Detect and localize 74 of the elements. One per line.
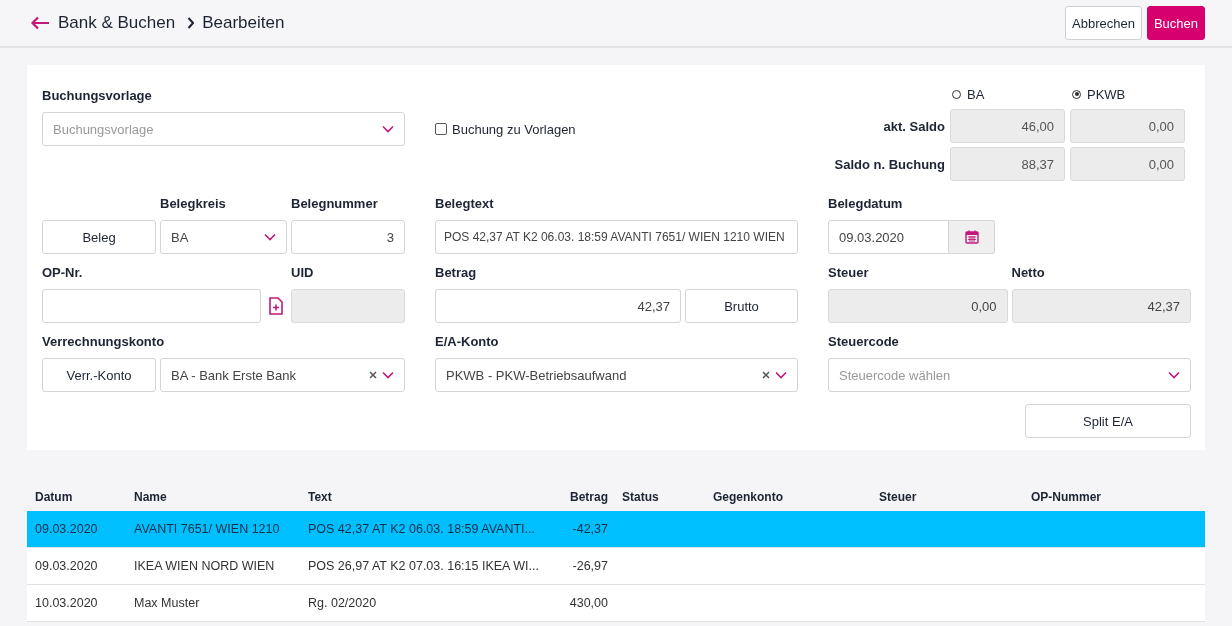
clear-icon[interactable] — [762, 371, 770, 379]
split-button[interactable]: Split E/A — [1025, 404, 1191, 438]
add-document-icon[interactable] — [269, 297, 284, 315]
table-cell: IKEA WIEN NORD WIEN — [134, 559, 275, 573]
field-label: OP-Nr. — [42, 264, 84, 282]
document-button[interactable]: Beleg — [42, 220, 156, 254]
field-label: Verrechnungskonto — [42, 333, 166, 351]
document-series-select[interactable]: BA — [160, 220, 287, 254]
op-number-field[interactable] — [42, 289, 262, 323]
column-header[interactable]: Gegenkonto — [705, 483, 871, 511]
cancel-button[interactable]: Abbrechen — [1065, 6, 1142, 40]
balance-field: 0,00 — [1070, 109, 1185, 143]
amount-field[interactable]: 42,37 — [435, 289, 681, 323]
field-label: Betrag — [435, 264, 478, 282]
column-header[interactable]: Status — [614, 483, 705, 511]
column-header[interactable]: Datum — [27, 483, 126, 511]
column-header[interactable]: Name — [126, 483, 300, 511]
document-text-field[interactable]: POS 42,37 AT K2 06.03. 18:59 AVANTI 7651/ WIEN 1210 WIEN — [435, 220, 798, 254]
table-cell: Max Muster — [134, 596, 200, 610]
table-cell: AVANTI 7651/ WIEN 1210 — [134, 522, 280, 536]
table-cell: 09.03.2020 — [35, 559, 98, 573]
field-label: Buchungsvorlage — [42, 87, 153, 105]
table-cell: 430,00 — [569, 596, 608, 610]
table-row[interactable]: 09.03.2020 IKEA WIEN NORD WIEN POS 26,97 AT K2 07.03. 16:15 IKEA WI... -26,97 — [27, 547, 1205, 585]
account-radio[interactable]: BA — [950, 83, 1065, 105]
field-label: Steuer — [828, 264, 870, 282]
breadcrumb-chevron-icon — [187, 17, 195, 29]
income-expense-account-select[interactable]: PKWB - PKW-Betriebsaufwand — [435, 358, 798, 392]
table-cell: -42,37 — [572, 522, 608, 536]
field-label: Belegdatum — [828, 195, 904, 213]
field-label: Netto — [1011, 264, 1046, 282]
field-label: Belegtext — [435, 195, 495, 213]
calendar-button[interactable] — [949, 220, 995, 254]
table-cell: POS 42,37 AT K2 06.03. 18:59 AVANTI... — [308, 522, 535, 536]
column-header[interactable]: Steuer — [871, 483, 1023, 511]
chevron-down-icon — [382, 371, 394, 379]
balance-label: akt. Saldo — [882, 118, 945, 134]
column-header[interactable]: Text — [300, 483, 532, 511]
breadcrumb-item: Bearbeiten — [202, 13, 285, 33]
chevron-down-icon — [1168, 371, 1180, 379]
table-cell: POS 26,97 AT K2 07.03. 16:15 IKEA WI... — [308, 559, 539, 573]
back-arrow-icon[interactable] — [30, 16, 50, 30]
field-label: UID — [291, 264, 315, 282]
chevron-down-icon — [382, 125, 394, 133]
chevron-down-icon — [264, 233, 276, 241]
table-cell: Rg. 02/2020 — [308, 596, 377, 610]
book-button[interactable]: Buchen — [1146, 6, 1205, 40]
clear-icon[interactable] — [369, 371, 377, 379]
balance-field: 0,00 — [1070, 147, 1185, 181]
clearing-account-button[interactable]: Verr.-Konto — [42, 358, 156, 392]
breadcrumb-item[interactable]: Bank & Buchen — [58, 13, 176, 33]
balance-label: Saldo n. Buchung — [834, 156, 945, 172]
field-label: E/A-Konto — [435, 333, 500, 351]
table-row[interactable]: 09.03.2020 AVANTI 7651/ WIEN 1210 POS 42,37 AT K2 06.03. 18:59 AVANTI... -42,37 — [27, 511, 1205, 548]
chevron-down-icon — [775, 371, 787, 379]
balance-field: 88,37 — [950, 147, 1065, 181]
template-checkbox[interactable]: Buchung zu Vorlagen — [435, 121, 576, 137]
field-label: Steuercode — [828, 333, 900, 351]
table-cell: -26,97 — [572, 559, 608, 573]
balance-field: 46,00 — [950, 109, 1065, 143]
document-number-field[interactable]: 3 — [291, 220, 405, 254]
date-field[interactable]: 09.03.2020 — [828, 220, 949, 254]
account-radio[interactable]: PKWB — [1070, 83, 1185, 105]
column-header[interactable]: Betrag — [532, 483, 614, 511]
checkbox[interactable] — [435, 123, 447, 135]
column-header[interactable]: OP-Nummer — [1023, 483, 1205, 511]
gross-button[interactable]: Brutto — [685, 289, 798, 323]
table-row[interactable]: 10.03.2020 Max Muster Rg. 02/2020 430,00 — [27, 584, 1205, 622]
table-cell: 09.03.2020 — [35, 522, 98, 536]
field-label: Belegkreis — [160, 195, 227, 213]
calendar-icon — [964, 230, 979, 244]
table-cell: 10.03.2020 — [35, 596, 98, 610]
field-label: Belegnummer — [291, 195, 379, 213]
clearing-account-select[interactable]: BA - Bank Erste Bank — [160, 358, 405, 392]
